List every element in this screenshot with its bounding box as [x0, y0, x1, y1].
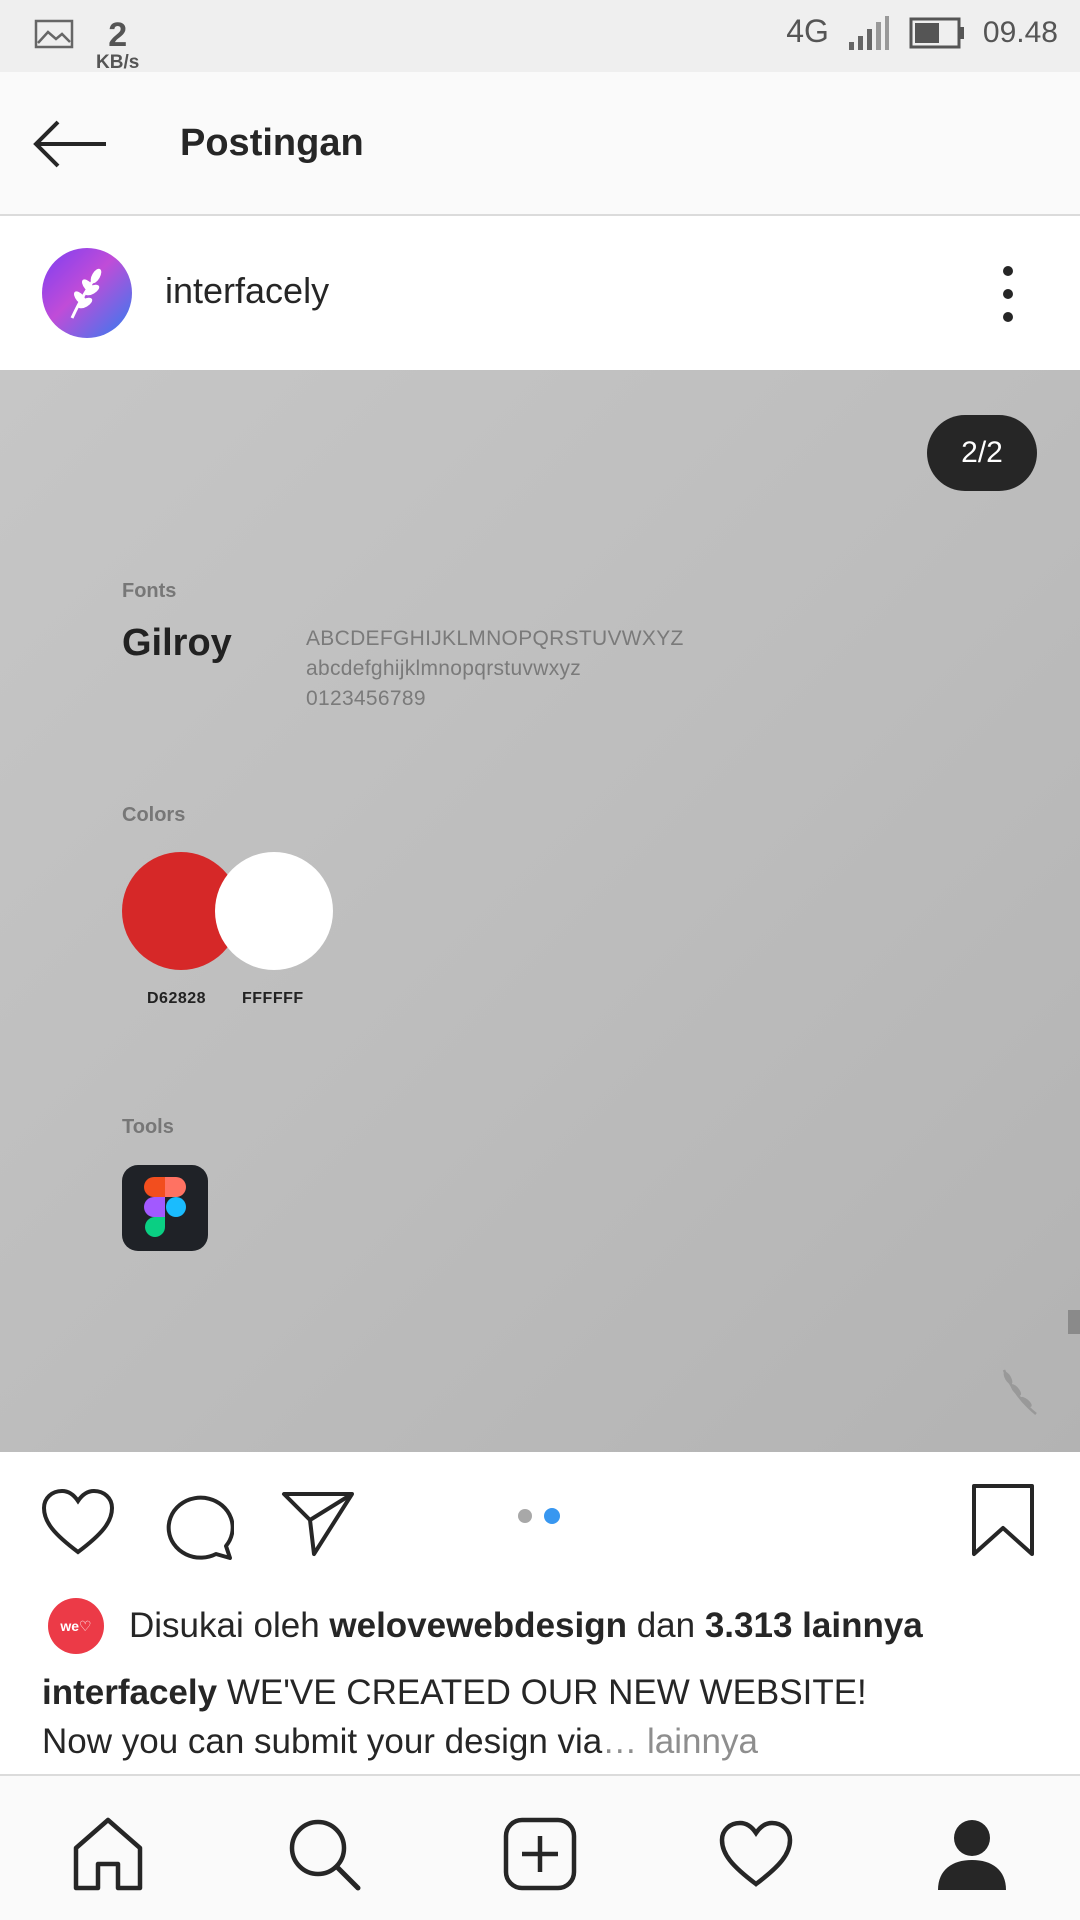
- glyphs-lowercase: abcdefghijklmnopqrstuvwxyz: [306, 657, 582, 680]
- glyphs-digits: 0123456789: [306, 687, 426, 710]
- clock: 09.48: [982, 16, 1058, 49]
- likes-count[interactable]: 3.313 lainnya: [705, 1606, 923, 1645]
- comment-icon: [166, 1495, 235, 1560]
- post-username[interactable]: interfacely: [165, 270, 329, 312]
- figma-tool: [122, 1165, 208, 1251]
- figma-icon: [144, 1177, 186, 1237]
- network-speed: 2 KB/s: [96, 18, 139, 72]
- page-title: Postingan: [180, 122, 364, 164]
- liker-avatar: we♡: [48, 1598, 104, 1654]
- font-glyphs: ABCDEFGHIJKLMNOPQRSTUVWXYZ abcdefghijklm…: [306, 624, 684, 714]
- post-actions: [0, 1452, 1080, 1582]
- back-button[interactable]: [30, 114, 110, 174]
- caption-text: WE'VE CREATED OUR NEW WEBSITE!: [217, 1673, 867, 1712]
- top-bar: Postingan: [0, 72, 1080, 216]
- font-name: Gilroy: [122, 622, 232, 664]
- home-icon: [73, 1817, 143, 1891]
- carousel-dots: [518, 1508, 560, 1524]
- caption-username[interactable]: interfacely: [42, 1673, 217, 1712]
- avatar[interactable]: [42, 248, 132, 338]
- heart-icon: [41, 1488, 115, 1555]
- profile-icon: [938, 1820, 1006, 1890]
- status-bar: 2 KB/s 4G 09.48: [0, 0, 1080, 72]
- add-post-icon: [503, 1817, 577, 1891]
- speed-value: 2: [108, 16, 128, 54]
- glyphs-uppercase: ABCDEFGHIJKLMNOPQRSTUVWXYZ: [306, 627, 684, 650]
- post-media[interactable]: 2/2 Fonts Gilroy ABCDEFGHIJKLMNOPQRSTUVW…: [0, 370, 1080, 1452]
- activity-heart-icon: [719, 1820, 793, 1887]
- share-button[interactable]: [280, 1488, 356, 1563]
- color-swatch-white: [215, 852, 333, 970]
- colors-label: Colors: [122, 804, 186, 826]
- liker-username[interactable]: welovewebdesign: [329, 1606, 627, 1645]
- color-label-white: FFFFFF: [242, 990, 304, 1007]
- like-button[interactable]: [40, 1488, 116, 1563]
- network-type: 4G: [786, 12, 829, 49]
- post-caption: interfacely WE'VE CREATED OUR NEW WEBSIT…: [42, 1668, 1042, 1766]
- bookmark-icon: [972, 1484, 1034, 1556]
- likes-text: Disukai oleh welovewebdesign dan 3.313 l…: [129, 1606, 923, 1645]
- color-label-red: D62828: [147, 990, 207, 1007]
- more-vertical-icon: [1003, 266, 1013, 276]
- likes-row[interactable]: we♡ Disukai oleh welovewebdesign dan 3.3…: [0, 1590, 1080, 1660]
- send-icon: [282, 1492, 354, 1556]
- fonts-label: Fonts: [122, 580, 177, 602]
- nav-activity[interactable]: [716, 1814, 796, 1894]
- image-icon: [34, 19, 74, 49]
- nav-profile[interactable]: [932, 1814, 1012, 1894]
- scroll-thumb: [1068, 1310, 1080, 1334]
- tools-label: Tools: [122, 1116, 174, 1138]
- laurel-icon: [70, 268, 102, 319]
- carousel-dot: [518, 1509, 532, 1523]
- caption-more-link[interactable]: … lainnya: [602, 1722, 758, 1761]
- carousel-counter: 2/2: [927, 415, 1037, 491]
- carousel-dot-active: [544, 1508, 560, 1524]
- save-button[interactable]: [970, 1482, 1036, 1563]
- arrow-left-icon: [33, 120, 106, 168]
- more-options-button[interactable]: [990, 266, 1026, 322]
- caption-line2: Now you can submit your design via: [42, 1722, 603, 1761]
- nav-home[interactable]: [68, 1814, 148, 1894]
- watermark-laurel-icon: [1002, 1369, 1037, 1415]
- comment-button[interactable]: [160, 1488, 235, 1565]
- speed-unit: KB/s: [96, 52, 140, 73]
- post-header: interfacely: [0, 218, 1080, 370]
- battery-icon: [909, 17, 964, 49]
- nav-search[interactable]: [284, 1814, 364, 1894]
- nav-add-post[interactable]: [500, 1814, 580, 1894]
- bottom-nav: [0, 1774, 1080, 1920]
- search-icon: [289, 1819, 361, 1891]
- signal-icon: [848, 16, 889, 50]
